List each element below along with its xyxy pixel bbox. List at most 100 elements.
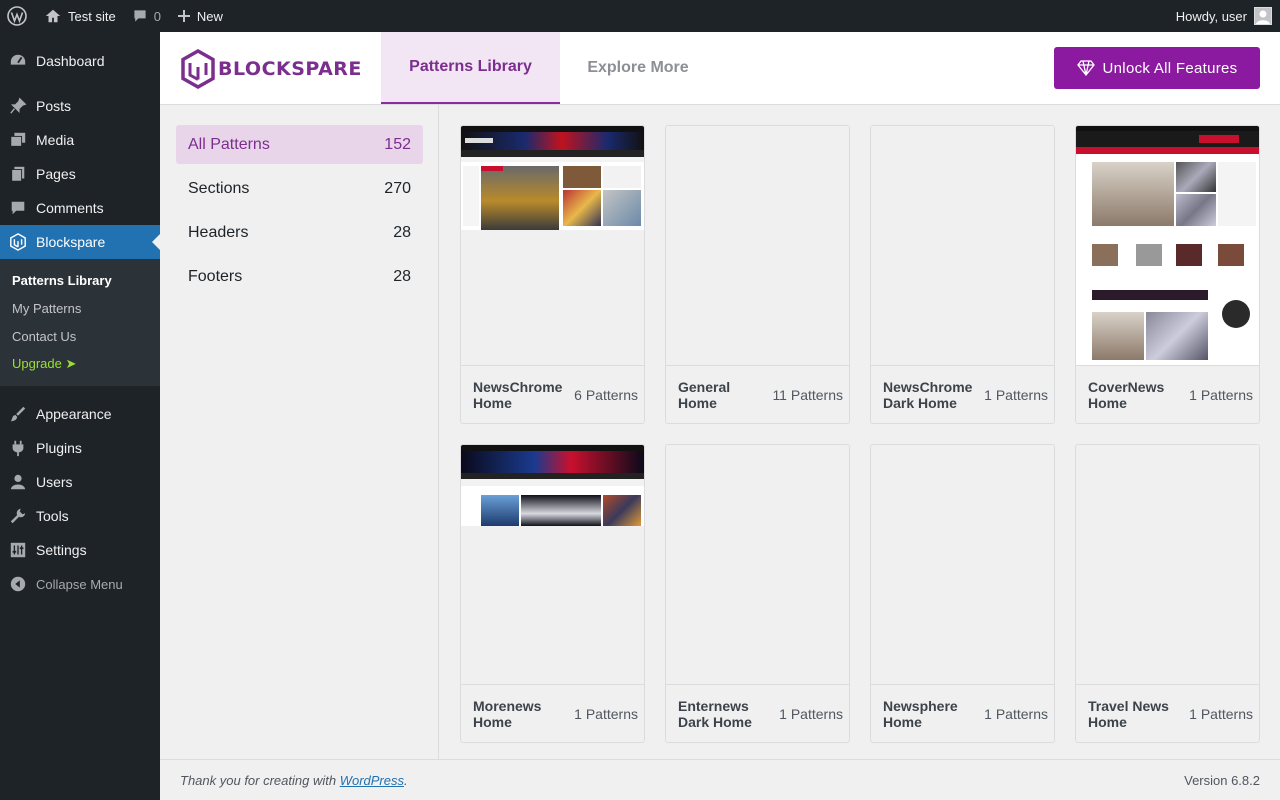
pattern-name: NewsChrome Dark Home xyxy=(883,379,973,411)
pattern-count: 1 Patterns xyxy=(1189,387,1253,403)
category-sidebar: All Patterns 152 Sections 270 Headers 28… xyxy=(160,105,439,759)
category-count: 28 xyxy=(393,223,411,241)
pattern-card-newschrome-dark-home[interactable]: NewsChrome Dark Home 1 Patterns xyxy=(870,125,1055,424)
pattern-card-meta: NewsChrome Home 6 Patterns xyxy=(461,367,644,423)
unlock-label: Unlock All Features xyxy=(1102,59,1238,77)
category-headers[interactable]: Headers 28 xyxy=(176,213,423,252)
tab-patterns-library[interactable]: Patterns Library xyxy=(381,32,560,104)
pattern-thumbnail xyxy=(1076,126,1259,366)
footer-version: Version 6.8.2 xyxy=(1184,772,1260,788)
menu-item-blockspare[interactable]: Blockspare xyxy=(0,225,160,259)
submenu-upgrade[interactable]: Upgrade ➤ xyxy=(0,350,160,378)
menu-item-users[interactable]: Users xyxy=(0,465,160,499)
pattern-count: 1 Patterns xyxy=(1189,706,1253,722)
menu-item-media[interactable]: Media xyxy=(0,123,160,157)
pattern-card-meta: Morenews Home 1 Patterns xyxy=(461,686,644,742)
pattern-card-newschrome-home[interactable]: NewsChrome Home 6 Patterns xyxy=(460,125,645,424)
menu-item-posts[interactable]: Posts xyxy=(0,89,160,123)
blockspare-icon xyxy=(8,232,28,252)
pattern-card-covernews-home[interactable]: CoverNews Home 1 Patterns xyxy=(1075,125,1260,424)
pattern-thumbnail xyxy=(871,126,1054,366)
menu-item-tools[interactable]: Tools xyxy=(0,499,160,533)
footer-thanks-suffix: . xyxy=(404,772,408,788)
menu-item-appearance[interactable]: Appearance xyxy=(0,397,160,431)
unlock-all-features-button[interactable]: Unlock All Features xyxy=(1054,47,1260,89)
category-footers[interactable]: Footers 28 xyxy=(176,257,423,296)
logo-text: BLOCKSPARE xyxy=(218,58,362,80)
comments-link[interactable]: 0 xyxy=(124,0,169,32)
brush-icon xyxy=(8,404,28,424)
submenu-contact-us[interactable]: Contact Us xyxy=(0,322,160,350)
pattern-count: 11 Patterns xyxy=(772,387,843,403)
plugin-header: BLOCKSPARE Patterns Library Explore More… xyxy=(160,32,1280,105)
new-label: New xyxy=(196,8,223,24)
menu-label: Dashboard xyxy=(36,53,105,69)
category-sections[interactable]: Sections 270 xyxy=(176,169,423,208)
pattern-card-travel-news-home[interactable]: Travel News Home 1 Patterns xyxy=(1075,444,1260,743)
pattern-thumbnail xyxy=(1076,445,1259,685)
pages-icon xyxy=(8,164,28,184)
menu-item-comments[interactable]: Comments xyxy=(0,191,160,225)
greeting: Howdy, user xyxy=(1175,8,1247,24)
wrench-icon xyxy=(8,506,28,526)
admin-menu: Dashboard Posts Media Pages Comments Blo… xyxy=(0,32,160,800)
pattern-name: NewsChrome Home xyxy=(473,379,563,411)
submenu-patterns-library[interactable]: Patterns Library xyxy=(0,266,160,294)
tab-explore-more[interactable]: Explore More xyxy=(560,32,716,104)
category-label: Footers xyxy=(188,267,243,285)
pattern-thumbnail xyxy=(666,126,849,366)
footer-thanks: Thank you for creating with WordPress. xyxy=(180,773,408,788)
pattern-count: 6 Patterns xyxy=(574,387,638,403)
blockspare-logo[interactable]: BLOCKSPARE xyxy=(180,49,362,89)
submenu-my-patterns[interactable]: My Patterns xyxy=(0,294,160,322)
pattern-card-meta: Newsphere Home 1 Patterns xyxy=(871,686,1054,742)
comments-count: 0 xyxy=(153,8,161,24)
menu-label: Appearance xyxy=(36,406,112,422)
menu-item-settings[interactable]: Settings xyxy=(0,533,160,567)
menu-label: Tools xyxy=(36,508,69,524)
pattern-name: Morenews Home xyxy=(473,698,542,730)
blockspare-logo-icon xyxy=(181,49,215,89)
menu-label: Comments xyxy=(36,200,104,216)
pattern-card-general-home[interactable]: General Home 11 Patterns xyxy=(665,125,850,424)
footer-thanks-prefix: Thank you for creating with xyxy=(180,772,340,788)
wordpress-link[interactable]: WordPress xyxy=(340,773,404,788)
pattern-card-morenews-home[interactable]: Morenews Home 1 Patterns xyxy=(460,444,645,743)
pattern-card-newsphere-home[interactable]: Newsphere Home 1 Patterns xyxy=(870,444,1055,743)
pattern-name: Travel News Home xyxy=(1088,698,1169,730)
pattern-card-meta: CoverNews Home 1 Patterns xyxy=(1076,367,1259,423)
site-name-link[interactable]: Test site xyxy=(34,0,124,32)
menu-label: Settings xyxy=(36,542,87,558)
new-content-link[interactable]: New xyxy=(169,0,231,32)
category-count: 152 xyxy=(384,135,411,153)
menu-label: Blockspare xyxy=(36,234,106,250)
site-name: Test site xyxy=(68,8,116,24)
pattern-count: 1 Patterns xyxy=(574,706,638,722)
pattern-thumbnail xyxy=(871,445,1054,685)
menu-item-plugins[interactable]: Plugins xyxy=(0,431,160,465)
pattern-thumbnail xyxy=(666,445,849,685)
media-icon xyxy=(8,130,28,150)
category-all-patterns[interactable]: All Patterns 152 xyxy=(176,125,423,164)
pattern-card-meta: General Home 11 Patterns xyxy=(666,367,849,423)
pattern-card-enternews-dark-home[interactable]: Enternews Dark Home 1 Patterns xyxy=(665,444,850,743)
home-icon xyxy=(45,9,61,23)
pattern-name: Enternews Dark Home xyxy=(678,698,752,730)
wordpress-logo-icon[interactable] xyxy=(0,0,34,32)
collapse-menu-button[interactable]: Collapse Menu xyxy=(0,567,160,601)
pattern-name: Newsphere Home xyxy=(883,698,958,730)
user-account-menu[interactable]: Howdy, user xyxy=(1168,0,1280,32)
menu-label: Posts xyxy=(36,98,72,114)
comments-icon xyxy=(8,198,28,218)
pattern-grid: NewsChrome Home 6 Patterns General Home … xyxy=(440,105,1280,759)
comment-bubble-icon xyxy=(134,10,146,22)
menu-item-dashboard[interactable]: Dashboard xyxy=(0,44,160,78)
pattern-count: 1 Patterns xyxy=(984,387,1048,403)
pattern-thumbnail xyxy=(461,445,644,685)
plus-icon xyxy=(177,10,190,22)
pattern-name: General Home xyxy=(678,379,731,411)
category-count: 28 xyxy=(393,267,411,285)
menu-item-pages[interactable]: Pages xyxy=(0,157,160,191)
diamond-icon xyxy=(1076,60,1095,76)
menu-label: Pages xyxy=(36,166,76,182)
